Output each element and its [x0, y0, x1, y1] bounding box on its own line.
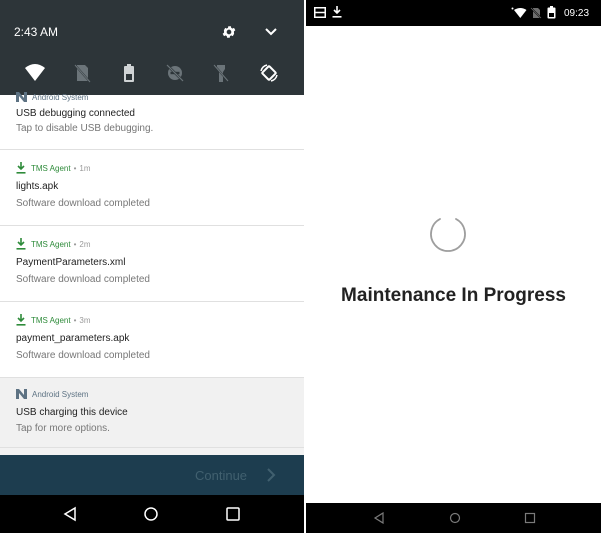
status-bar: 09:23 [306, 0, 601, 26]
notification-title: USB charging this device [16, 407, 128, 418]
notification-header: TMS Agent • 3m [16, 314, 91, 326]
notification-subtitle: Software download completed [16, 198, 150, 209]
notification-title: lights.apk [16, 181, 59, 192]
notification-title: USB debugging connected [16, 108, 135, 119]
recents-icon[interactable] [524, 512, 536, 524]
qs-time: 2:43 AM [14, 25, 59, 39]
chevron-right-icon[interactable] [266, 468, 276, 482]
notification-app-name: Android System [32, 389, 89, 399]
notification-app-name: TMS Agent [31, 315, 71, 325]
notification-separator: • [73, 239, 77, 249]
home-icon[interactable] [449, 512, 461, 524]
navigation-bar [306, 503, 601, 533]
download-icon [332, 6, 342, 18]
notification-payment-parameters-apk[interactable]: TMS Agent • 3m payment_parameters.apk So… [0, 302, 304, 378]
maintenance-message: Maintenance In Progress [341, 285, 566, 306]
notification-subtitle: Tap for more options. [16, 423, 110, 434]
flashlight-icon[interactable] [210, 62, 232, 84]
notification-age: 3m [79, 315, 91, 325]
notification-subtitle: Software download completed [16, 350, 150, 361]
notification-app-name: TMS Agent [31, 163, 71, 173]
notification-app-name: Android System [32, 92, 89, 102]
wifi-icon[interactable] [24, 62, 46, 84]
wifi-icon [511, 7, 527, 18]
recents-icon[interactable] [225, 506, 241, 522]
loading-spinner-icon [430, 218, 466, 252]
notification-header: Android System [16, 389, 88, 399]
status-time: 09:23 [564, 8, 590, 19]
screenshot-root: 2:43 AM Android System USB debugging con… [0, 0, 601, 533]
android-system-icon [16, 92, 27, 102]
notification-app-name: TMS Agent [31, 239, 71, 249]
quick-settings: 2:43 AM [0, 0, 304, 95]
notification-usb-charging[interactable]: Android System USB charging this device … [0, 378, 304, 448]
notification-age: 1m [79, 163, 91, 173]
screen-icon [314, 7, 326, 18]
continue-button[interactable]: Continue [195, 468, 247, 483]
notification-header: Android System [16, 92, 88, 102]
notification-age: 2m [79, 239, 91, 249]
auto-rotate-icon[interactable] [258, 62, 280, 84]
notification-title: PaymentParameters.xml [16, 257, 126, 268]
chevron-down-icon[interactable] [264, 27, 278, 37]
maintenance-screen: 09:23 Maintenance In Progress [306, 0, 601, 533]
quick-settings-tiles [0, 62, 304, 86]
continue-bar: Continue [0, 455, 304, 495]
notification-lights-apk[interactable]: TMS Agent • 1m lights.apk Software downl… [0, 150, 304, 226]
notification-separator: • [73, 315, 77, 325]
gear-icon[interactable] [221, 24, 237, 40]
download-icon [16, 314, 26, 326]
notification-header: TMS Agent • 2m [16, 238, 91, 250]
notification-header: TMS Agent • 1m [16, 162, 91, 174]
notification-title: payment_parameters.apk [16, 333, 130, 344]
notification-shade-panel: 2:43 AM Android System USB debugging con… [0, 0, 304, 533]
no-sim-icon[interactable] [71, 62, 93, 84]
no-sim-icon [530, 7, 542, 19]
download-icon [16, 162, 26, 174]
battery-icon[interactable] [118, 62, 140, 84]
back-icon[interactable] [62, 506, 78, 522]
notification-payment-parameters-xml[interactable]: TMS Agent • 2m PaymentParameters.xml Sof… [0, 226, 304, 302]
notification-usb-debugging[interactable]: Android System USB debugging connected T… [0, 92, 304, 150]
download-icon [16, 238, 26, 250]
android-system-icon [16, 389, 27, 399]
notification-subtitle: Software download completed [16, 274, 150, 285]
battery-icon [547, 6, 556, 19]
notification-separator: • [73, 163, 77, 173]
do-not-disturb-icon[interactable] [164, 62, 186, 84]
home-icon[interactable] [143, 506, 159, 522]
navigation-bar [0, 495, 304, 533]
notification-subtitle: Tap to disable USB debugging. [16, 123, 154, 134]
back-icon[interactable] [373, 512, 385, 524]
